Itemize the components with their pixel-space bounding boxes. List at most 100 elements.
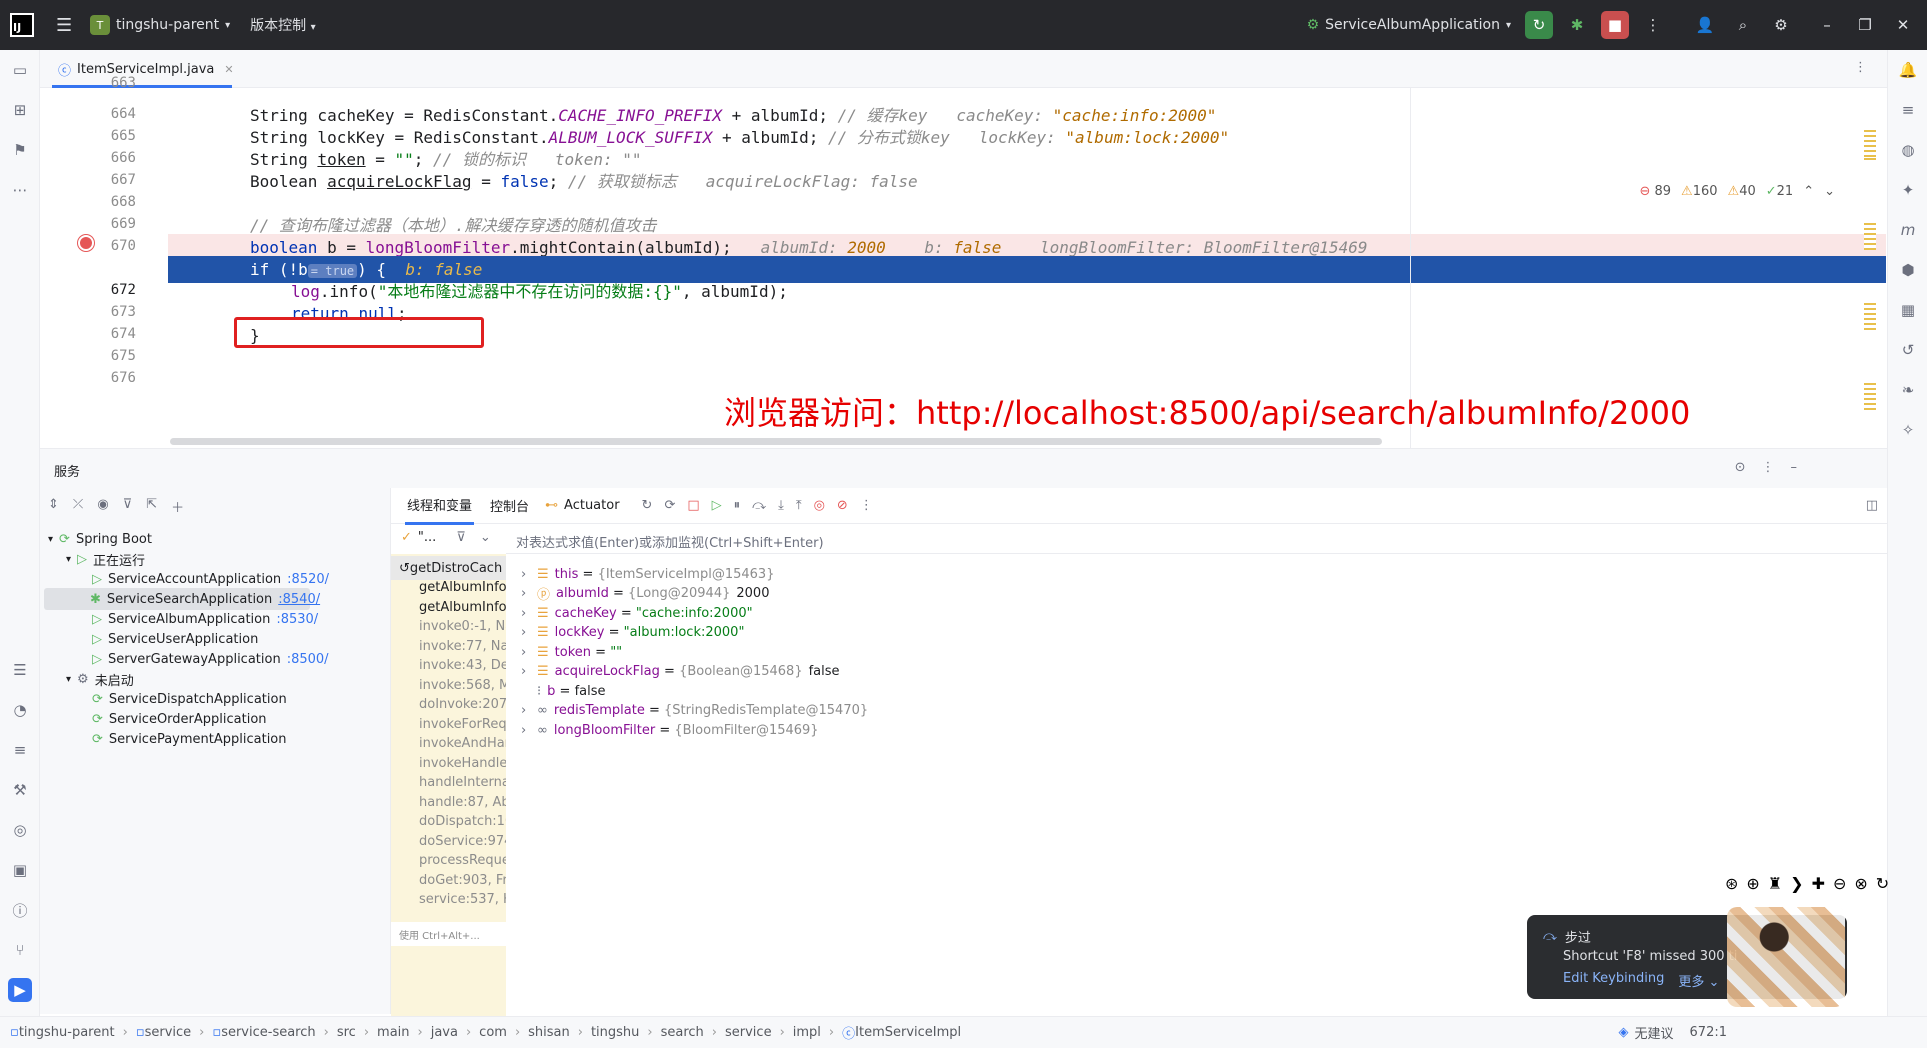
breadcrumb-item[interactable]: search: [661, 1025, 704, 1040]
tool-icon[interactable]: ❯: [1790, 874, 1803, 893]
terminal-icon[interactable]: ▣: [8, 858, 32, 882]
more-link[interactable]: 更多 ⌄: [1678, 971, 1719, 990]
tab-actuator[interactable]: Actuator: [562, 490, 622, 521]
chevron-right-icon[interactable]: ›: [521, 567, 531, 582]
search-icon[interactable]: ⌕: [1729, 11, 1757, 39]
project-folder-icon[interactable]: ▭: [8, 58, 32, 82]
stop-icon[interactable]: ■: [1601, 11, 1629, 39]
evaluate-expression-input[interactable]: 对表达式求值(Enter)或添加监视(Ctrl+Shift+Enter): [506, 524, 1888, 554]
settings-gear-icon[interactable]: ⚙: [1767, 11, 1795, 39]
vcs-menu[interactable]: 版本控制 ▾: [250, 15, 315, 35]
tree-service-item[interactable]: ▷ ServerGatewayApplication:8500/: [92, 648, 329, 670]
tabs-more-icon[interactable]: ⋮: [1854, 60, 1867, 75]
breadcrumb-item[interactable]: service: [725, 1025, 772, 1040]
close-tab-icon[interactable]: ✕: [224, 63, 233, 76]
eye-icon[interactable]: ◉: [97, 497, 108, 516]
breadcrumb-item[interactable]: main: [377, 1025, 409, 1040]
notifications-icon[interactable]: 🔔: [1896, 58, 1920, 82]
edit-keybinding-link[interactable]: Edit Keybinding: [1563, 971, 1664, 990]
plugin-icon[interactable]: ✦: [1896, 178, 1920, 202]
chevron-right-icon[interactable]: ›: [521, 606, 531, 621]
horizontal-scrollbar[interactable]: [170, 438, 1382, 445]
ai-sparkle-icon[interactable]: ✧: [1896, 418, 1920, 442]
tab-threads-variables[interactable]: 线程和变量: [405, 487, 475, 525]
new-tab-icon[interactable]: ⇱: [146, 497, 157, 516]
view-breakpoints-icon[interactable]: ◎: [814, 498, 825, 513]
bookmarks-icon[interactable]: ⚑: [8, 138, 32, 162]
maximize-icon[interactable]: ❐: [1851, 11, 1879, 39]
breakpoint-icon[interactable]: [78, 235, 94, 251]
pause-icon[interactable]: ⏸: [734, 498, 741, 513]
error-stripe[interactable]: [1864, 120, 1876, 440]
service-port[interactable]: :8540/: [278, 592, 320, 607]
debug-tool-icon[interactable]: ▶: [8, 978, 32, 1002]
breadcrumb-item[interactable]: com: [479, 1025, 507, 1040]
tool-icon[interactable]: ⊖: [1833, 874, 1846, 893]
main-menu-icon[interactable]: ☰: [56, 15, 74, 36]
chevron-right-icon[interactable]: ›: [521, 703, 531, 718]
restart-icon[interactable]: ⟳: [664, 498, 675, 513]
more-icon[interactable]: ⋮: [1639, 11, 1667, 39]
image-icon[interactable]: ▦: [1896, 298, 1920, 322]
build-icon[interactable]: ⚒: [8, 778, 32, 802]
database-icon[interactable]: ≡: [8, 738, 32, 762]
service-port[interactable]: :8520/: [287, 572, 329, 587]
tool-icon[interactable]: ✚: [1812, 874, 1825, 893]
chevron-up-icon[interactable]: ⌃: [1803, 184, 1814, 199]
filter-icon[interactable]: ⊽: [456, 530, 466, 545]
tree-service-item[interactable]: ▷ ServiceAccountApplication:8520/: [92, 568, 329, 590]
chevron-down-icon[interactable]: ⌄: [480, 530, 491, 545]
more-tools-icon[interactable]: ⋯: [8, 178, 32, 202]
breadcrumb-item[interactable]: service: [145, 1025, 192, 1040]
services-icon[interactable]: ◎: [8, 818, 32, 842]
account-icon[interactable]: 👤: [1691, 11, 1719, 39]
service-port[interactable]: :8530/: [276, 612, 318, 627]
chevron-down-icon[interactable]: ⌄: [1824, 184, 1835, 199]
tree-stopped-group[interactable]: ▾ ⚙ 未启动: [66, 668, 134, 690]
tree-service-item[interactable]: ⟳ ServicePaymentApplication: [92, 728, 287, 750]
tool-icon[interactable]: ♜: [1768, 874, 1782, 893]
layout-icon[interactable]: ◫: [1866, 498, 1878, 513]
tree-service-item-selected[interactable]: ✱ ServiceSearchApplication:8540/: [44, 588, 320, 610]
collapse-all-icon[interactable]: ⤫: [73, 497, 83, 516]
more-icon[interactable]: ⋮: [1762, 460, 1775, 475]
target-icon[interactable]: ⊙: [1735, 460, 1746, 475]
filter-icon[interactable]: ⊽: [123, 497, 133, 516]
thread-selector[interactable]: ✓ "... ⊽ ⌄: [401, 530, 491, 545]
mute-breakpoints-icon[interactable]: ⊘: [837, 498, 848, 513]
more-icon[interactable]: ⋮: [860, 498, 873, 513]
breadcrumb-item[interactable]: tingshu-parent: [19, 1025, 115, 1040]
breadcrumb-item[interactable]: impl: [793, 1025, 821, 1040]
add-icon[interactable]: ＋: [171, 497, 184, 516]
chevron-right-icon[interactable]: ›: [521, 664, 531, 679]
breadcrumb-item[interactable]: tingshu: [591, 1025, 639, 1040]
step-out-icon[interactable]: ⤒: [796, 498, 802, 513]
todo-list-icon[interactable]: ☰: [8, 658, 32, 682]
structure-icon[interactable]: ⊞: [8, 98, 32, 122]
problems-icon[interactable]: ⓘ: [8, 898, 32, 922]
tool-icon[interactable]: ↻: [1876, 874, 1889, 893]
tree-springboot[interactable]: ▾ ⟳ Spring Boot: [48, 528, 152, 550]
globe-icon[interactable]: ◍: [1896, 138, 1920, 162]
leaf-icon[interactable]: ❧: [1896, 378, 1920, 402]
inspection-widget[interactable]: ⊖ 89 ⚠160 ⚠40 ✓21 ⌃ ⌄: [1639, 184, 1835, 199]
rerun-icon[interactable]: ↻: [1525, 11, 1553, 39]
tree-service-item[interactable]: ▷ ServiceUserApplication: [92, 628, 264, 650]
status-suggestion[interactable]: 无建议: [1635, 1023, 1674, 1042]
stop-icon[interactable]: □: [687, 498, 699, 513]
debug-icon[interactable]: ✱: [1563, 11, 1591, 39]
expand-all-icon[interactable]: ⇕: [48, 497, 59, 516]
close-icon[interactable]: ✕: [1889, 11, 1917, 39]
chevron-right-icon[interactable]: ›: [521, 723, 531, 738]
minimize-panel-icon[interactable]: –: [1791, 460, 1798, 475]
minimize-icon[interactable]: –: [1813, 11, 1841, 39]
tool-icon[interactable]: ⊕: [1746, 874, 1759, 893]
breadcrumb-item[interactable]: ItemServiceImpl: [855, 1025, 961, 1040]
git-icon[interactable]: ⑂: [8, 938, 32, 962]
step-over-icon[interactable]: ⤼: [752, 498, 766, 513]
variable-row[interactable]: › ∞ longBloomFilter = {BloomFilter@15469}: [521, 718, 819, 742]
chevron-right-icon[interactable]: ›: [521, 586, 531, 601]
chevron-right-icon[interactable]: ›: [521, 625, 531, 640]
tab-console[interactable]: 控制台: [488, 488, 531, 523]
breadcrumb-item[interactable]: java: [431, 1025, 458, 1040]
